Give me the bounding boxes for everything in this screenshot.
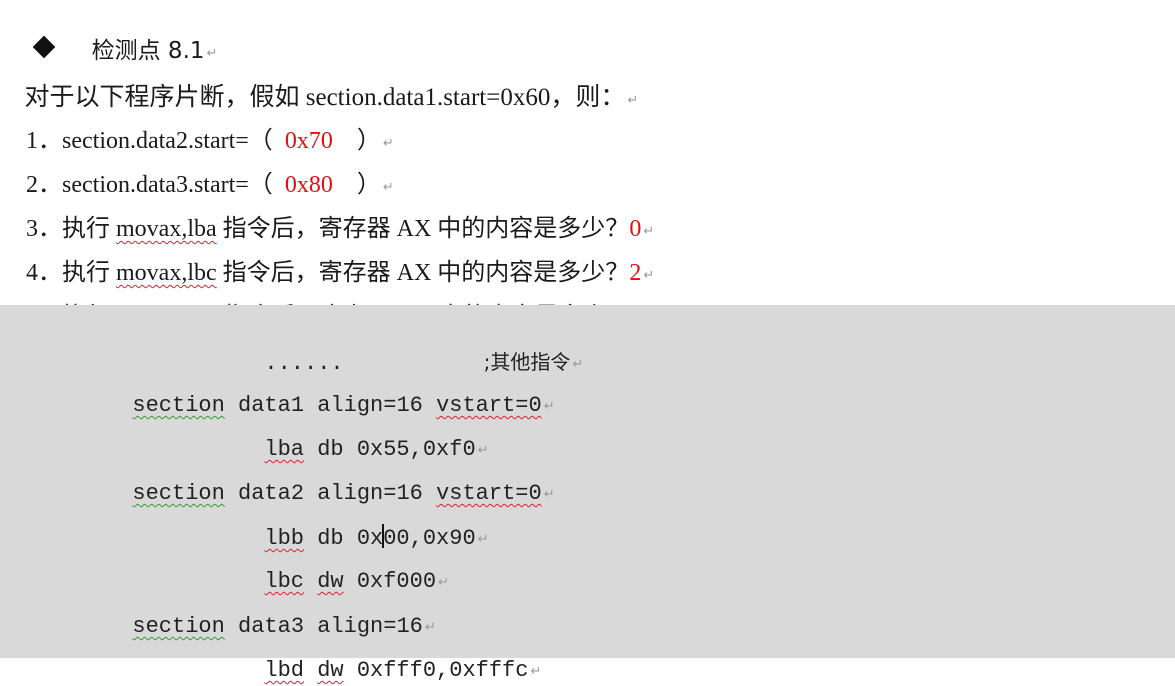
paragraph-mark-icon: ↵ (543, 399, 555, 414)
code-keyword: section (132, 481, 225, 506)
paragraph-mark-icon: ↵ (543, 487, 555, 502)
paragraph-mark-icon: ↵ (572, 357, 584, 372)
paragraph-mark-icon: ↵ (438, 575, 449, 590)
code-keyword: section (132, 393, 225, 418)
code-text: 0xfff0,0xfffc (343, 658, 529, 683)
code-directive: dw (317, 658, 344, 683)
code-keyword: section (132, 614, 225, 639)
paragraph-mark-icon: ↵ (530, 664, 542, 679)
paragraph-mark-icon: ↵ (477, 532, 489, 547)
code-label: lbd (264, 658, 305, 683)
paragraph-mark-icon: ↵ (627, 93, 639, 108)
